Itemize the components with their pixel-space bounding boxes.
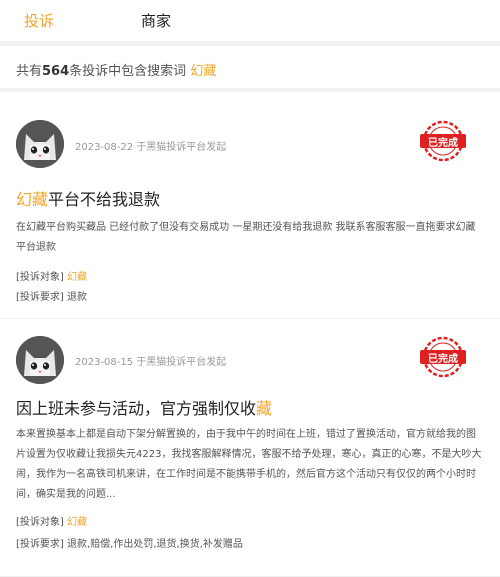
complaint-meta: 2023-08-15 于黑猫投诉平台发起 <box>75 353 226 368</box>
title-keyword: 幻藏 <box>16 190 49 209</box>
request-value: 退款 <box>67 292 87 303</box>
summary-middle: 条投诉中包含搜索词 <box>69 64 187 79</box>
status-text: 已完成 <box>428 354 458 365</box>
complaint-card[interactable]: 2023-08-22 于黑猫投诉平台发起 已完成 幻藏平台不给我退款 在幻藏平台… <box>0 92 500 319</box>
complaint-description: 本来置换基本上都是自动下架分解置换的，由于我中午的时间在上班，错过了置换活动，官… <box>16 429 482 500</box>
complaint-source: 于黑猫投诉平台发起 <box>136 357 227 368</box>
cat-avatar-icon <box>16 120 64 168</box>
request-value: 退款,赔偿,作出处罚,退货,换货,补发赠品 <box>67 539 243 550</box>
complaint-card[interactable]: 2023-08-15 于黑猫投诉平台发起 已完成 因上班未参与活动，官方强制仅收… <box>0 319 500 577</box>
status-stamp: 已完成 <box>414 336 472 378</box>
title-text: 因上班未参与活动，官方强制仅收 <box>16 399 257 418</box>
title-keyword: 藏 <box>256 399 273 418</box>
summary-count: 564 <box>42 64 70 79</box>
avatar <box>16 120 64 168</box>
summary-keyword: 幻藏 <box>190 64 217 79</box>
complaint-title[interactable]: 幻藏平台不给我退款 <box>16 186 160 210</box>
complaint-date: 2023-08-15 <box>75 357 134 368</box>
avatar <box>16 336 64 384</box>
complaint-target: [投诉对象] 幻藏 <box>16 513 87 528</box>
search-summary-text: 共有564条投诉中包含搜索词 幻藏 <box>16 60 216 79</box>
tab-merchants[interactable]: 商家 <box>141 10 171 31</box>
complaint-title[interactable]: 因上班未参与活动，官方强制仅收藏 <box>16 395 272 419</box>
status-text: 已完成 <box>428 138 458 149</box>
complaint-list: 2023-08-22 于黑猫投诉平台发起 已完成 幻藏平台不给我退款 在幻藏平台… <box>0 92 500 577</box>
complaint-target: [投诉对象] 幻藏 <box>16 268 87 283</box>
status-stamp: 已完成 <box>414 120 472 162</box>
summary-prefix: 共有 <box>16 64 43 79</box>
complaint-request: [投诉要求] 退款,赔偿,作出处罚,退货,换货,补发赠品 <box>16 535 243 550</box>
search-summary: 共有564条投诉中包含搜索词 幻藏 <box>0 46 500 88</box>
complaint-meta: 2023-08-22 于黑猫投诉平台发起 <box>75 138 226 153</box>
request-label: [投诉要求] <box>16 539 64 550</box>
cat-avatar-icon <box>16 336 64 384</box>
target-label: [投诉对象] <box>16 272 64 283</box>
complaint-source: 于黑猫投诉平台发起 <box>136 142 227 153</box>
target-label: [投诉对象] <box>16 517 64 528</box>
top-tab-bar: 投诉 商家 <box>0 0 500 42</box>
title-text: 平台不给我退款 <box>48 190 161 209</box>
request-label: [投诉要求] <box>16 292 64 303</box>
complaint-description: 在幻藏平台购买藏品 已经付款了但没有交易成功 一星期还没有给我退款 我联系客服客… <box>16 222 476 253</box>
complaint-request: [投诉要求] 退款 <box>16 288 87 303</box>
complaint-date: 2023-08-22 <box>75 142 134 153</box>
target-value[interactable]: 幻藏 <box>67 517 87 528</box>
tab-complaints[interactable]: 投诉 <box>24 10 54 31</box>
target-value[interactable]: 幻藏 <box>67 272 87 283</box>
